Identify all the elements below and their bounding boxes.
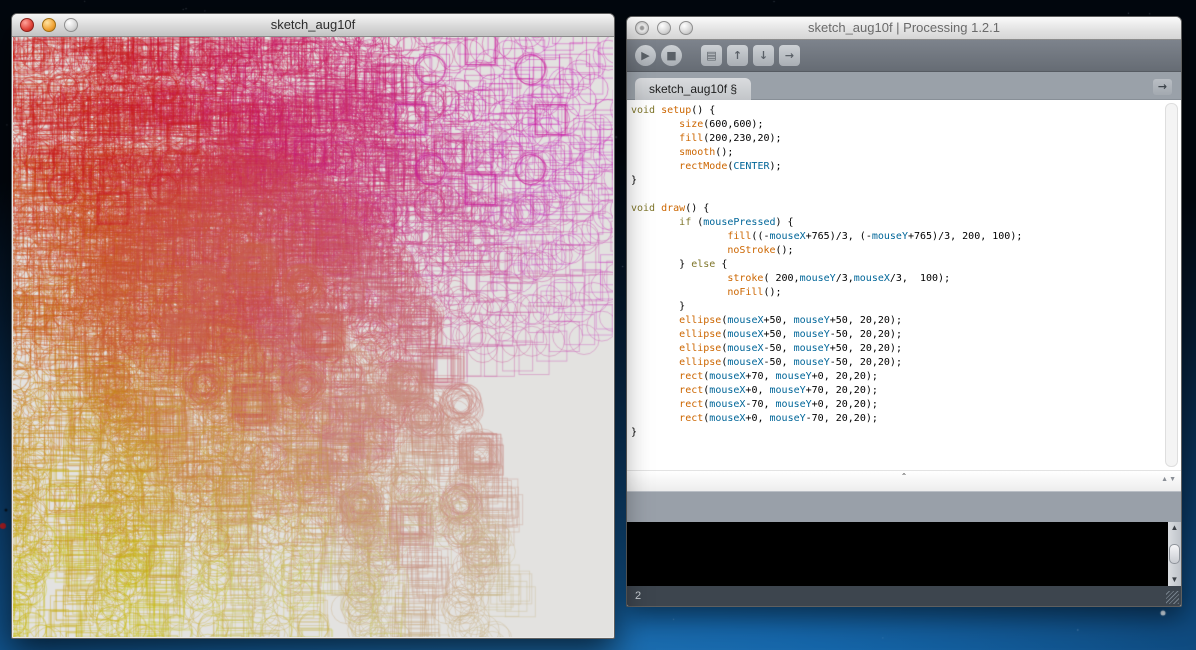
- code-editor-area[interactable]: void setup() { size(600,600); fill(200,2…: [627, 100, 1181, 470]
- stop-button[interactable]: ■: [661, 45, 682, 66]
- code-line: } else {: [631, 259, 728, 270]
- divider-caret-icon[interactable]: ˆ: [901, 472, 907, 486]
- code-line: noStroke();: [727, 245, 794, 256]
- code-line: }: [631, 427, 638, 438]
- tab-label: sketch_aug10f §: [649, 82, 738, 96]
- code-line: ellipse(mouseX-50, mouseY+50, 20,20);: [679, 343, 902, 354]
- run-button[interactable]: ▶: [635, 45, 656, 66]
- ide-window-titlebar[interactable]: sketch_aug10f | Processing 1.2.1: [627, 17, 1181, 40]
- processing-ide-window: sketch_aug10f | Processing 1.2.1 ▶ ■ ▤ ↑ ↓ → …: [626, 16, 1182, 607]
- export-button[interactable]: →: [779, 45, 800, 66]
- code-line: rect(mouseX+70, mouseY+0, 20,20);: [679, 371, 878, 382]
- sketch-output-window: sketch_aug10f: [11, 13, 615, 639]
- close-button[interactable]: [20, 18, 34, 32]
- code-line: fill(200,230,20);: [679, 133, 782, 144]
- code-line: ellipse(mouseX+50, mouseY-50, 20,20);: [679, 329, 902, 340]
- code-line: size(600,600);: [679, 119, 764, 130]
- editor-bottom-strip: ˆ ▲▼: [627, 470, 1181, 491]
- resize-grip[interactable]: [1166, 591, 1179, 604]
- code-line: fill((-mouseX+765)/3, (-mouseY+765)/3, 2…: [727, 231, 1023, 242]
- code-editor[interactable]: void setup() { size(600,600); fill(200,2…: [627, 100, 1181, 440]
- code-line: }: [631, 301, 686, 312]
- code-line: smooth();: [679, 147, 734, 158]
- code-line: void draw() {: [631, 203, 710, 214]
- tab-sketch-aug10f[interactable]: sketch_aug10f §: [635, 78, 752, 100]
- code-line: ellipse(mouseX-50, mouseY-50, 20,20);: [679, 357, 902, 368]
- code-line: rect(mouseX+0, mouseY-70, 20,20);: [679, 413, 878, 424]
- close-button[interactable]: [635, 21, 649, 35]
- status-bar: 2: [627, 586, 1181, 606]
- open-button[interactable]: ↑: [727, 45, 748, 66]
- tab-bar: sketch_aug10f § →: [627, 72, 1181, 100]
- code-line: stroke( 200,mouseY/3,mouseX/3, 100);: [727, 273, 951, 284]
- code-line: rect(mouseX+0, mouseY+70, 20,20);: [679, 385, 878, 396]
- zoom-button[interactable]: [64, 18, 78, 32]
- editor-vertical-scrollbar[interactable]: [1165, 103, 1178, 467]
- console-output: ▲ ▼: [627, 522, 1181, 586]
- scroll-up-icon[interactable]: ▲: [1171, 524, 1179, 532]
- new-button[interactable]: ▤: [701, 45, 722, 66]
- traffic-lights: [20, 18, 78, 32]
- save-button[interactable]: ↓: [753, 45, 774, 66]
- minimize-button[interactable]: [657, 21, 671, 35]
- code-line: if (mousePressed) {: [679, 217, 794, 228]
- code-line: noFill();: [727, 287, 782, 298]
- code-line: }: [631, 175, 638, 186]
- traffic-lights: [635, 21, 693, 35]
- tab-menu-button[interactable]: →: [1153, 79, 1172, 95]
- ide-toolbar: ▶ ■ ▤ ↑ ↓ →: [627, 40, 1181, 72]
- zoom-button[interactable]: [679, 21, 693, 35]
- scrollbar-thumb[interactable]: [1169, 544, 1180, 564]
- code-line: rect(mouseX-70, mouseY+0, 20,20);: [679, 399, 878, 410]
- ide-window-title: sketch_aug10f | Processing 1.2.1: [808, 20, 1000, 35]
- sketch-window-title: sketch_aug10f: [270, 17, 356, 32]
- code-line: ellipse(mouseX+50, mouseY+50, 20,20);: [679, 315, 902, 326]
- message-bar: [627, 491, 1181, 522]
- sketch-canvas[interactable]: [13, 37, 613, 637]
- scroll-arrows-icon[interactable]: ▲▼: [1161, 476, 1177, 483]
- minimize-button[interactable]: [42, 18, 56, 32]
- line-number-indicator: 2: [635, 590, 642, 602]
- code-line: void setup() {: [631, 105, 716, 116]
- console-scrollbar[interactable]: ▲ ▼: [1168, 522, 1181, 586]
- sketch-window-titlebar[interactable]: sketch_aug10f: [12, 14, 614, 37]
- right-arrow-icon: →: [1157, 80, 1168, 93]
- code-line: rectMode(CENTER);: [679, 161, 782, 172]
- scroll-down-icon[interactable]: ▼: [1171, 576, 1179, 584]
